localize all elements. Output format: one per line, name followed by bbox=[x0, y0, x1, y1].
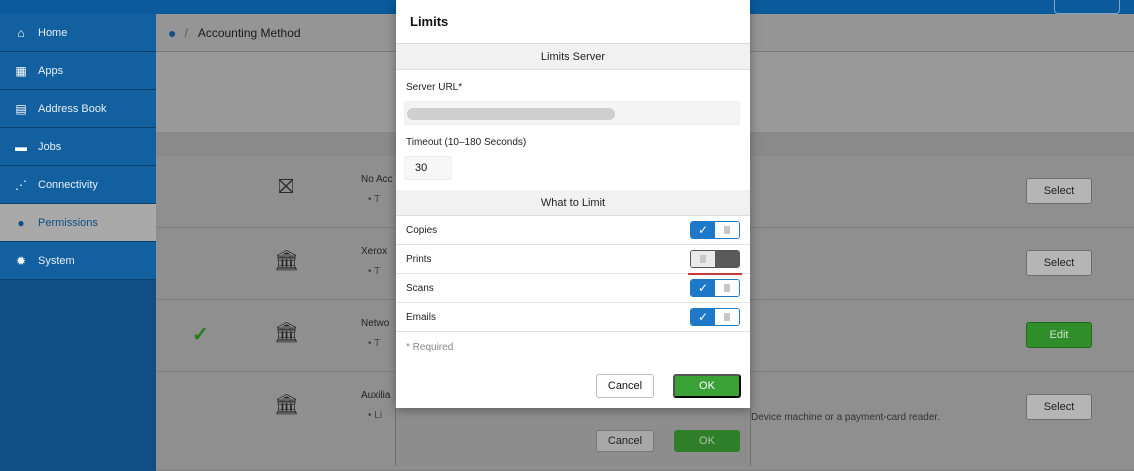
permissions-icon: ● bbox=[17, 215, 25, 230]
sidebar-item-home[interactable]: ⌂ Home bbox=[0, 14, 156, 52]
row-title: Netwo bbox=[361, 318, 390, 329]
limits-server-section-header: Limits Server bbox=[396, 44, 750, 70]
limit-row-emails: Emails ✓ bbox=[396, 303, 750, 332]
limit-label: Emails bbox=[406, 311, 437, 323]
edit-button[interactable]: Edit bbox=[1026, 322, 1092, 348]
auxiliary-bank-icon: 🏛 bbox=[274, 394, 300, 416]
row-bullet: • Li bbox=[368, 410, 383, 421]
apps-icon: ▦ bbox=[15, 63, 27, 78]
sidebar-item-label: Jobs bbox=[38, 140, 62, 153]
limit-row-copies: Copies ✓ bbox=[396, 216, 750, 245]
underlying-cancel-button[interactable]: Cancel bbox=[596, 430, 654, 452]
ok-button[interactable]: OK bbox=[673, 374, 741, 398]
checkmark-icon: ✓ bbox=[691, 309, 715, 325]
timeout-input[interactable]: 30 bbox=[404, 156, 452, 180]
bank-icon: 🏛 bbox=[274, 250, 300, 272]
limit-label: Scans bbox=[406, 282, 434, 294]
sidebar-item-label: Home bbox=[38, 26, 68, 39]
connectivity-icon: ⋰ bbox=[15, 177, 27, 192]
prints-toggle[interactable] bbox=[690, 250, 740, 268]
checkmark-icon: ✓ bbox=[691, 222, 715, 238]
limit-label: Copies bbox=[406, 224, 438, 236]
server-url-label: Server URL* bbox=[406, 82, 463, 93]
network-bank-icon: 🏛 bbox=[274, 322, 300, 344]
checkmark-icon: ✓ bbox=[691, 280, 715, 296]
breadcrumb-separator: / bbox=[184, 25, 188, 40]
limit-row-prints: Prints bbox=[396, 245, 750, 275]
jobs-icon: ▬ bbox=[15, 139, 27, 154]
dialog-title: Limits bbox=[396, 0, 750, 44]
select-button[interactable]: Select bbox=[1026, 178, 1092, 204]
server-url-redacted-value bbox=[407, 108, 615, 120]
copies-toggle[interactable]: ✓ bbox=[690, 221, 740, 239]
sidebar-item-label: Permissions bbox=[38, 216, 98, 229]
scans-toggle[interactable]: ✓ bbox=[690, 279, 740, 297]
limits-dialog: Limits Limits Server Server URL* Timeout… bbox=[396, 0, 750, 408]
row-bullet: • T bbox=[368, 266, 381, 277]
sidebar-item-system[interactable]: ✹ System bbox=[0, 242, 156, 280]
row-title: No Acc bbox=[361, 174, 393, 185]
limit-row-scans: Scans ✓ bbox=[396, 274, 750, 303]
sidebar-item-label: Address Book bbox=[38, 102, 107, 115]
address-book-icon: ▤ bbox=[15, 101, 27, 116]
no-accounting-icon: ⛝ bbox=[278, 176, 294, 198]
limit-label: Prints bbox=[406, 253, 432, 265]
timeout-label: Timeout (10–180 Seconds) bbox=[406, 137, 527, 148]
row-bullet: • T bbox=[368, 338, 381, 349]
sidebar-item-apps[interactable]: ▦ Apps bbox=[0, 52, 156, 90]
top-right-control[interactable] bbox=[1054, 0, 1120, 14]
select-button[interactable]: Select bbox=[1026, 250, 1092, 276]
page-title: Accounting Method bbox=[197, 25, 301, 40]
sidebar-item-label: Apps bbox=[38, 64, 64, 77]
server-url-input[interactable] bbox=[404, 101, 740, 125]
check-icon: ✓ bbox=[192, 324, 209, 346]
home-icon: ⌂ bbox=[17, 25, 25, 40]
sidebar-item-address-book[interactable]: ▤ Address Book bbox=[0, 90, 156, 128]
required-note: * Required bbox=[406, 342, 454, 353]
sidebar-item-label: Connectivity bbox=[38, 178, 98, 191]
sidebar-item-label: System bbox=[38, 254, 75, 267]
sidebar: ⌂ Home ▦ Apps ▤ Address Book ▬ Jobs ⋰ Co… bbox=[0, 14, 156, 471]
select-button[interactable]: Select bbox=[1026, 394, 1092, 420]
underlying-ok-button[interactable]: OK bbox=[674, 430, 740, 452]
sidebar-item-jobs[interactable]: ▬ Jobs bbox=[0, 128, 156, 166]
row-title: Auxilia bbox=[361, 390, 391, 401]
row-bullet: • T bbox=[368, 194, 381, 205]
permissions-icon[interactable]: ● bbox=[168, 25, 176, 41]
what-to-limit-section-header: What to Limit bbox=[396, 190, 750, 216]
sidebar-item-connectivity[interactable]: ⋰ Connectivity bbox=[0, 166, 156, 204]
gear-icon: ✹ bbox=[15, 253, 27, 268]
sidebar-item-permissions[interactable]: ● Permissions bbox=[0, 204, 156, 242]
row-description: Device machine or a payment-card reader. bbox=[751, 412, 940, 423]
cancel-button[interactable]: Cancel bbox=[596, 374, 654, 398]
row-title: Xerox bbox=[361, 246, 388, 257]
emails-toggle[interactable]: ✓ bbox=[690, 308, 740, 326]
